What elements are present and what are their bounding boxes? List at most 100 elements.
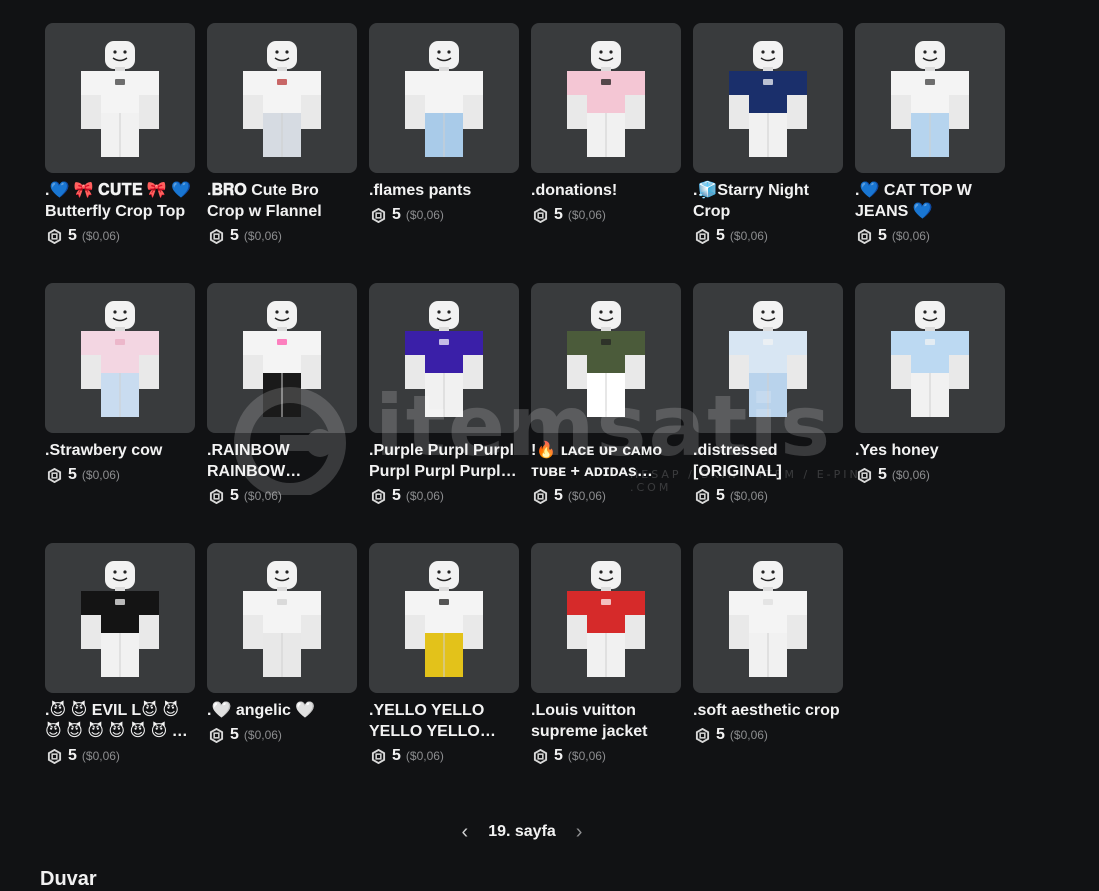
catalog-item-card[interactable]: .Yes honey 5 ($0,06) [855, 283, 1005, 543]
price-usd: ($0,06) [243, 489, 282, 503]
item-thumbnail[interactable] [531, 23, 681, 173]
avatar-preview [891, 41, 969, 157]
price-value: 5 [392, 747, 401, 764]
catalog-item-card[interactable]: .🤍 angelic 🤍 5 ($0,06) [207, 543, 357, 803]
price-usd: ($0,06) [891, 229, 930, 243]
chevron-right-icon[interactable]: › [576, 822, 583, 842]
catalog-item-card[interactable]: .Strawbery cow 5 ($0,06) [45, 283, 195, 543]
item-thumbnail[interactable] [531, 283, 681, 433]
catalog-item-card[interactable]: .donations! 5 ($0,06) [531, 23, 681, 283]
item-name[interactable]: .🧊Starry Night Crop [693, 180, 843, 222]
catalog-item-card[interactable]: .RAINBOW RAINBOW RAINBOW RAINBOW 5 ($0,06) [207, 283, 357, 543]
item-price: 5 ($0,06) [369, 204, 519, 226]
catalog-item-card[interactable]: .💙 CAT TOP W JEANS 💙 5 ($0,06) [855, 23, 1005, 283]
price-value: 5 [68, 747, 77, 764]
robux-icon [47, 228, 62, 244]
price-usd: ($0,06) [81, 749, 120, 763]
price-value: 5 [392, 487, 401, 504]
item-price: 5 ($0,06) [207, 225, 357, 247]
price-usd: ($0,06) [729, 728, 768, 742]
item-thumbnail[interactable] [369, 283, 519, 433]
item-price: 5 ($0,06) [693, 724, 843, 746]
item-thumbnail[interactable] [207, 543, 357, 693]
robux-icon [533, 207, 548, 223]
item-thumbnail[interactable] [855, 23, 1005, 173]
item-name[interactable]: .soft aesthetic crop [693, 700, 843, 721]
avatar-preview [243, 561, 321, 677]
item-name[interactable]: .💙 CAT TOP W JEANS 💙 [855, 180, 1005, 222]
item-thumbnail[interactable] [531, 543, 681, 693]
item-name[interactable]: .distressed [ORIGINAL] [693, 440, 843, 482]
price-value: 5 [716, 726, 725, 743]
item-price: 5 ($0,06) [855, 464, 1005, 486]
item-price: 5 ($0,06) [45, 464, 195, 486]
item-price: 5 ($0,06) [531, 745, 681, 767]
item-name[interactable]: .😈 😈 EVIL L😈 😈 😈 😈 😈 😈 😈 😈 😈 😈 [45, 700, 195, 742]
catalog-item-card[interactable]: .😈 😈 EVIL L😈 😈 😈 😈 😈 😈 😈 😈 😈 😈 5 ($0,06) [45, 543, 195, 803]
item-price: 5 ($0,06) [531, 485, 681, 507]
item-name[interactable]: .𝐁𝐑𝐎 Cute Bro Crop w Flannel [207, 180, 357, 222]
pagination: ‹ 19. sayfa › [0, 822, 1044, 842]
item-thumbnail[interactable] [45, 543, 195, 693]
price-usd: ($0,06) [891, 468, 930, 482]
price-value: 5 [230, 227, 239, 244]
price-usd: ($0,06) [81, 468, 120, 482]
price-value: 5 [716, 487, 725, 504]
item-thumbnail[interactable] [855, 283, 1005, 433]
item-name[interactable]: .flames pants [369, 180, 519, 201]
item-thumbnail[interactable] [45, 23, 195, 173]
item-price: 5 ($0,06) [855, 225, 1005, 247]
item-name[interactable]: .donations! [531, 180, 681, 201]
item-thumbnail[interactable] [369, 23, 519, 173]
item-name[interactable]: .Yes honey [855, 440, 1005, 461]
item-name[interactable]: .YELLO YELLO YELLO YELLO YELLO [369, 700, 519, 742]
item-name[interactable]: .🤍 angelic 🤍 [207, 700, 357, 721]
avatar-preview [81, 301, 159, 417]
item-name[interactable]: .RAINBOW RAINBOW RAINBOW RAINBOW [207, 440, 357, 482]
item-name[interactable]: .💙 🎀 𝐂𝐔𝐓𝐄 🎀 💙 Butterfly Crop Top [45, 180, 195, 222]
catalog-item-card[interactable]: .YELLO YELLO YELLO YELLO YELLO 5 ($0,06) [369, 543, 519, 803]
catalog-item-card[interactable]: .🧊Starry Night Crop 5 ($0,06) [693, 23, 843, 283]
price-value: 5 [878, 466, 887, 483]
item-thumbnail[interactable] [45, 283, 195, 433]
robux-icon [533, 488, 548, 504]
avatar-preview [405, 561, 483, 677]
chevron-left-icon[interactable]: ‹ [462, 822, 469, 842]
catalog-item-card[interactable]: !🔥 ʟᴀᴄᴇ ᴜᴘ ᴄᴀᴍᴏ ᴛᴜʙᴇ + ᴀᴅɪᴅᴀs sʜᴏʀᴛs 5 ($0… [531, 283, 681, 543]
item-thumbnail[interactable] [693, 543, 843, 693]
price-value: 5 [878, 227, 887, 244]
catalog-item-card[interactable]: .Purple Purpl Purpl Purpl Purpl Purpl Pu… [369, 283, 519, 543]
item-name[interactable]: .Louis vuitton supreme jacket [531, 700, 681, 742]
catalog-item-card[interactable]: .Louis vuitton supreme jacket 5 ($0,06) [531, 543, 681, 803]
item-price: 5 ($0,06) [45, 225, 195, 247]
avatar-preview [567, 301, 645, 417]
item-name[interactable]: .Purple Purpl Purpl Purpl Purpl Purpl Pu… [369, 440, 519, 482]
robux-icon [47, 748, 62, 764]
item-thumbnail[interactable] [207, 23, 357, 173]
item-name[interactable]: .Strawbery cow [45, 440, 195, 461]
avatar-preview [81, 41, 159, 157]
item-thumbnail[interactable] [693, 283, 843, 433]
avatar-preview [729, 301, 807, 417]
catalog-item-card[interactable]: .distressed [ORIGINAL] 5 ($0,06) [693, 283, 843, 543]
price-usd: ($0,06) [405, 208, 444, 222]
item-thumbnail[interactable] [369, 543, 519, 693]
page-label: 19. sayfa [488, 823, 556, 840]
price-usd: ($0,06) [567, 208, 606, 222]
avatar-preview [405, 41, 483, 157]
catalog-item-card[interactable]: .flames pants 5 ($0,06) [369, 23, 519, 283]
avatar-preview [891, 301, 969, 417]
avatar-preview [567, 561, 645, 677]
catalog-item-card[interactable]: .𝐁𝐑𝐎 Cute Bro Crop w Flannel 5 ($0,06) [207, 23, 357, 283]
price-value: 5 [392, 206, 401, 223]
robux-icon [371, 488, 386, 504]
avatar-preview [81, 561, 159, 677]
item-thumbnail[interactable] [207, 283, 357, 433]
item-thumbnail[interactable] [693, 23, 843, 173]
catalog-item-card[interactable]: .soft aesthetic crop 5 ($0,06) [693, 543, 843, 803]
catalog-item-card[interactable]: .💙 🎀 𝐂𝐔𝐓𝐄 🎀 💙 Butterfly Crop Top 5 ($0,06) [45, 23, 195, 283]
robux-icon [371, 207, 386, 223]
item-name[interactable]: !🔥 ʟᴀᴄᴇ ᴜᴘ ᴄᴀᴍᴏ ᴛᴜʙᴇ + ᴀᴅɪᴅᴀs sʜᴏʀᴛs [531, 440, 681, 482]
robux-icon [857, 467, 872, 483]
robux-icon [857, 228, 872, 244]
